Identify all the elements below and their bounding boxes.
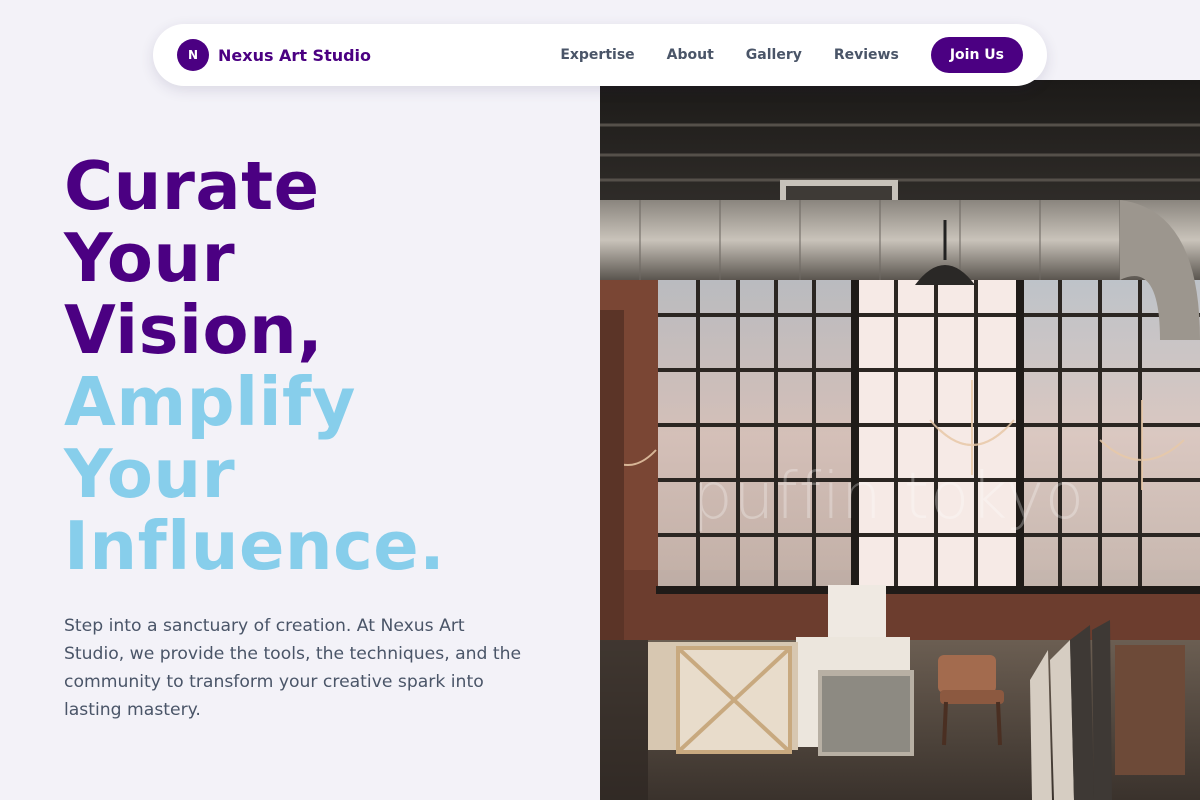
headline-line: Vision, [64, 291, 324, 369]
headline-line-accent: Influence. [64, 507, 446, 585]
nav-link-reviews[interactable]: Reviews [834, 47, 899, 63]
hero-headline: Curate Your Vision, Amplify Your Influen… [64, 150, 584, 582]
top-navbar: N Nexus Art Studio Expertise About Galle… [153, 24, 1047, 86]
hero-copy: Curate Your Vision, Amplify Your Influen… [64, 150, 584, 724]
headline-line: Your [64, 219, 236, 297]
nav-links: Expertise About Gallery Reviews Join Us [560, 37, 1023, 73]
brand-name: Nexus Art Studio [218, 45, 372, 65]
nav-link-expertise[interactable]: Expertise [560, 47, 634, 63]
headline-line-accent: Amplify [64, 363, 356, 441]
hero-description: Step into a sanctuary of creation. At Ne… [64, 616, 522, 720]
nav-link-about[interactable]: About [667, 47, 714, 63]
join-us-button[interactable]: Join Us [930, 37, 1023, 73]
brand-logo-icon: N [177, 39, 209, 71]
image-watermark: puffin tokyo [692, 460, 1085, 534]
headline-line: Curate [64, 147, 320, 225]
nav-link-gallery[interactable]: Gallery [746, 47, 802, 63]
studio-photo-illustration [600, 80, 1200, 800]
studio-photo: puffin tokyo [600, 80, 1200, 800]
brand-link[interactable]: N Nexus Art Studio [177, 39, 371, 71]
headline-line-accent: Your [64, 435, 236, 513]
